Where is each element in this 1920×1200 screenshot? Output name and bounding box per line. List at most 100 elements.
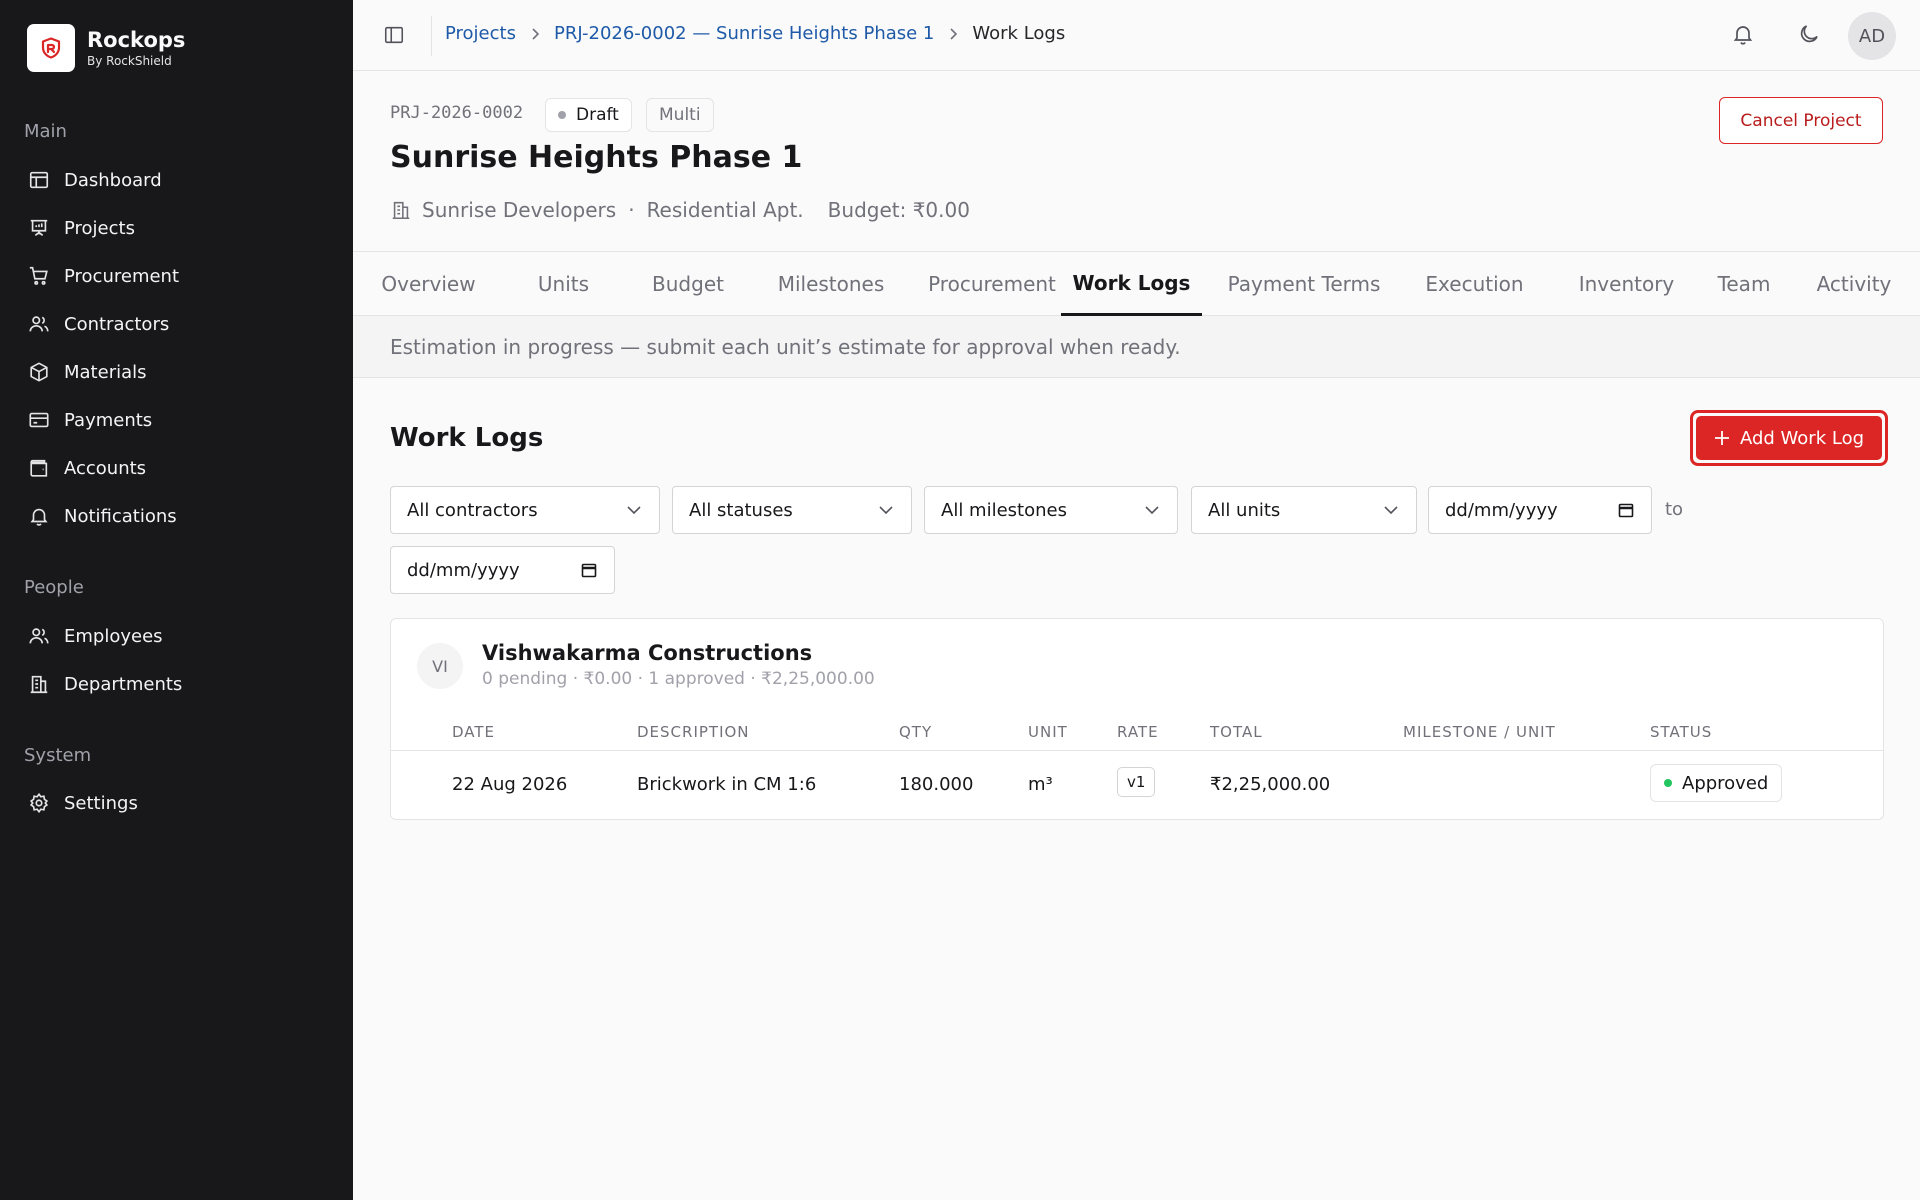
chevron-down-icon: [625, 501, 643, 519]
sidebar-item-procurement[interactable]: Procurement: [16, 254, 336, 298]
status-filter-value: All statuses: [689, 499, 793, 521]
tab-units[interactable]: Units: [526, 252, 601, 316]
tab-work-logs[interactable]: Work Logs: [1061, 252, 1202, 316]
sidebar-item-label: Procurement: [64, 265, 180, 287]
milestone-filter[interactable]: All milestones: [924, 486, 1178, 534]
column-header-date: DATE: [452, 723, 496, 741]
sidebar-item-label: Accounts: [64, 457, 147, 479]
cart-icon: [28, 265, 50, 287]
column-header-status: STATUS: [1650, 723, 1713, 741]
breadcrumb: Projects PRJ-2026-0002 — Sunrise Heights…: [445, 23, 1065, 44]
brand-subtitle: By RockShield: [87, 54, 172, 68]
table-row[interactable]: 22 Aug 2026 Brickwork in CM 1:6 180.000 …: [391, 752, 1883, 819]
cancel-project-button[interactable]: Cancel Project: [1719, 97, 1883, 144]
tab-payment-terms[interactable]: Payment Terms: [1209, 252, 1399, 316]
date-to-input[interactable]: dd/mm/yyyy: [390, 546, 615, 594]
cell-unit: m³: [1028, 774, 1053, 795]
sidebar-section-people: People: [24, 577, 84, 598]
date-from-value: dd/mm/yyyy: [1445, 499, 1558, 521]
contractor-group-card: VI Vishwakarma Constructions 0 pending ·…: [390, 618, 1884, 820]
cell-total: ₹2,25,000.00: [1210, 774, 1331, 795]
breadcrumb-project[interactable]: PRJ-2026-0002 — Sunrise Heights Phase 1: [554, 23, 934, 44]
sidebar-section-system: System: [24, 745, 92, 766]
cell-qty: 180.000: [899, 774, 974, 795]
cell-date: 22 Aug 2026: [452, 774, 568, 795]
bell-icon[interactable]: [1731, 22, 1757, 48]
sidebar-item-label: Dashboard: [64, 169, 162, 191]
gear-icon: [28, 792, 50, 814]
sidebar-item-projects[interactable]: Projects: [16, 206, 336, 250]
contractor-avatar: VI: [417, 643, 463, 689]
projects-icon: [28, 217, 50, 239]
wallet-icon: [28, 457, 50, 479]
status-badge: Draft: [545, 98, 632, 132]
date-range-separator: to: [1665, 499, 1684, 520]
project-meta: Sunrise Developers · Residential Apt. Bu…: [390, 198, 970, 222]
status-dot: [558, 111, 566, 119]
building-icon: [390, 199, 412, 221]
chevron-down-icon: [1143, 501, 1161, 519]
rate-version-chip: v1: [1117, 767, 1156, 797]
tab-execution[interactable]: Execution: [1407, 252, 1542, 316]
sidebar-item-dashboard[interactable]: Dashboard: [16, 158, 336, 202]
sidebar-item-materials[interactable]: Materials: [16, 350, 336, 394]
chevron-right-icon: [946, 27, 960, 41]
box-icon: [28, 361, 50, 383]
sidebar-item-label: Payments: [64, 409, 153, 431]
info-banner: Estimation in progress — submit each uni…: [353, 316, 1920, 378]
contractor-summary: 0 pending · ₹0.00 · 1 approved · ₹2,25,0…: [482, 669, 875, 689]
tab-team[interactable]: Team: [1700, 252, 1788, 316]
cell-description: Brickwork in CM 1:6: [637, 774, 817, 795]
sidebar-item-contractors[interactable]: Contractors: [16, 302, 336, 346]
calendar-icon: [1617, 501, 1635, 519]
date-from-input[interactable]: dd/mm/yyyy: [1428, 486, 1652, 534]
brand[interactable]: Rockops By RockShield: [27, 24, 185, 72]
tab-budget[interactable]: Budget: [636, 252, 740, 316]
sidebar-item-label: Settings: [64, 792, 138, 814]
tab-inventory[interactable]: Inventory: [1553, 252, 1700, 316]
sidebar: Rockops By RockShield Main Dashboard Pro…: [0, 0, 353, 1200]
chevron-down-icon: [877, 501, 895, 519]
breadcrumb-projects[interactable]: Projects: [445, 23, 516, 44]
column-header-unit: UNIT: [1028, 723, 1068, 741]
project-budget: Budget: ₹0.00: [827, 198, 970, 222]
column-header-total: TOTAL: [1210, 723, 1263, 741]
plus-icon: [1714, 430, 1730, 446]
sidebar-item-employees[interactable]: Employees: [16, 614, 336, 658]
tab-procurement[interactable]: Procurement: [899, 252, 1085, 316]
brand-name: Rockops: [87, 28, 186, 52]
date-to-value: dd/mm/yyyy: [407, 559, 520, 581]
status-filter[interactable]: All statuses: [672, 486, 912, 534]
sidebar-item-notifications[interactable]: Notifications: [16, 494, 336, 538]
sidebar-item-label: Projects: [64, 217, 135, 239]
divider: [431, 16, 432, 56]
tab-milestones[interactable]: Milestones: [749, 252, 913, 316]
unit-filter[interactable]: All units: [1191, 486, 1417, 534]
sidebar-item-departments[interactable]: Departments: [16, 662, 336, 706]
add-work-log-button[interactable]: Add Work Log: [1690, 410, 1888, 466]
sidebar-item-label: Contractors: [64, 313, 170, 335]
sidebar-item-payments[interactable]: Payments: [16, 398, 336, 442]
client-name: Sunrise Developers: [422, 198, 617, 222]
bell-icon: [28, 505, 50, 527]
moon-icon[interactable]: [1797, 22, 1823, 48]
table-header: DATE DESCRIPTION QTY UNIT RATE TOTAL MIL…: [391, 711, 1883, 751]
add-work-log-label: Add Work Log: [1739, 427, 1865, 449]
user-avatar[interactable]: AD: [1848, 12, 1896, 60]
sidebar-item-accounts[interactable]: Accounts: [16, 446, 336, 490]
sidebar-item-label: Employees: [64, 625, 163, 647]
meta-separator: ·: [628, 198, 635, 222]
chevron-right-icon: [528, 27, 542, 41]
status-badge-label: Approved: [1682, 772, 1769, 794]
status-badge-label: Draft: [576, 105, 619, 125]
sidebar-item-settings[interactable]: Settings: [16, 781, 336, 825]
tab-activity[interactable]: Activity: [1789, 252, 1919, 316]
project-code: PRJ-2026-0002: [390, 103, 524, 123]
column-header-rate: RATE: [1117, 723, 1159, 741]
contractor-filter[interactable]: All contractors: [390, 486, 660, 534]
users-icon: [28, 625, 50, 647]
tab-overview[interactable]: Overview: [372, 252, 485, 316]
sidebar-item-label: Departments: [64, 673, 183, 695]
sidebar-toggle-icon[interactable]: [383, 24, 407, 48]
contractor-filter-value: All contractors: [407, 499, 538, 521]
